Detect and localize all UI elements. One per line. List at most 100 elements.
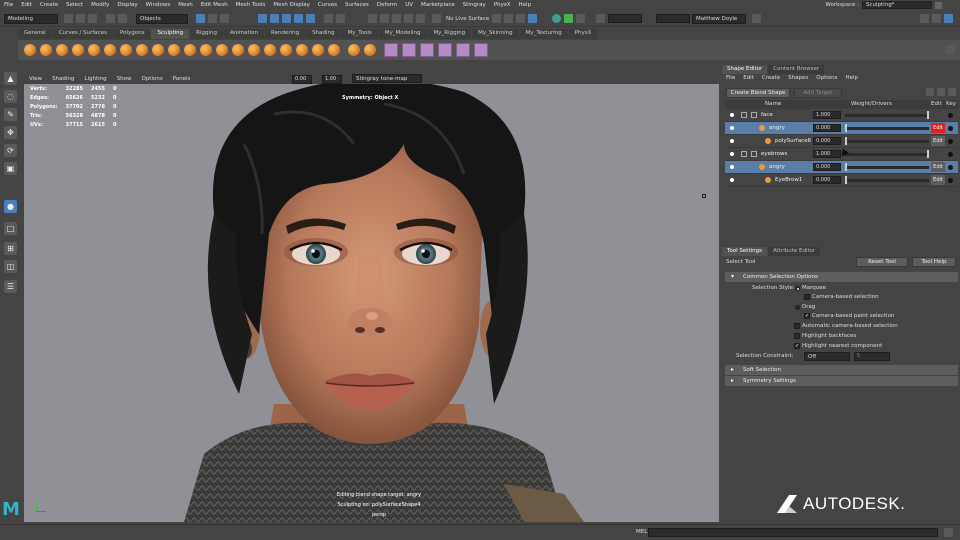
save-scene-icon[interactable] xyxy=(88,14,97,23)
expand-icon[interactable] xyxy=(741,151,747,157)
curve-mask-icon[interactable] xyxy=(306,14,315,23)
shelf-settings-icon[interactable] xyxy=(946,45,955,54)
fill-tool-icon[interactable] xyxy=(216,44,228,56)
shelf-tab-my-skinning[interactable]: My_Skinning xyxy=(472,29,519,39)
backfaces-checkbox[interactable] xyxy=(794,333,800,339)
section-common-selection[interactable]: Common Selection Options xyxy=(725,272,958,282)
snap-view-plane-icon[interactable] xyxy=(380,14,389,23)
visibility-icon[interactable] xyxy=(730,126,734,130)
snap-curve-icon[interactable] xyxy=(336,14,345,23)
smear-tool-icon[interactable] xyxy=(248,44,260,56)
exposure-field[interactable]: 0.00 xyxy=(292,75,312,84)
reset-tool-button[interactable]: Reset Tool xyxy=(856,257,908,267)
camera-paint-checkbox[interactable]: ✓ xyxy=(804,313,810,319)
user-account-dropdown[interactable]: Matthew Doyle xyxy=(692,14,746,24)
menu-modify[interactable]: Modify xyxy=(87,2,113,8)
table-row[interactable]: face 1.000 xyxy=(725,109,958,122)
weight-slider[interactable] xyxy=(845,140,929,143)
foamy-tool-icon[interactable] xyxy=(120,44,132,56)
mel-label[interactable]: MEL xyxy=(636,529,647,535)
select-object-icon[interactable] xyxy=(208,14,217,23)
smooth-tool-icon[interactable] xyxy=(40,44,52,56)
workspace-dropdown[interactable]: Sculpting* xyxy=(862,1,932,9)
grab-tool-icon[interactable] xyxy=(72,44,84,56)
modeling-toolkit-icon[interactable] xyxy=(932,14,941,23)
menu-surfaces[interactable]: Surfaces xyxy=(341,2,373,8)
wax-tool-icon[interactable] xyxy=(184,44,196,56)
marquee-radio[interactable] xyxy=(795,286,800,291)
playblast-icon[interactable] xyxy=(576,14,585,23)
visibility-icon[interactable] xyxy=(730,152,734,156)
select-component-icon[interactable] xyxy=(220,14,229,23)
expand-icon[interactable] xyxy=(741,112,747,118)
viewport-menu-lighting[interactable]: Lighting xyxy=(79,76,111,82)
shelf-tab-animation[interactable]: Animation xyxy=(223,29,265,39)
viewport-menu-shading[interactable]: Shading xyxy=(47,76,79,82)
menu-set-dropdown[interactable]: Modeling xyxy=(4,14,58,24)
menu-select[interactable]: Select xyxy=(62,2,87,8)
slider-handle[interactable] xyxy=(845,163,847,171)
nearest-checkbox[interactable]: ✓ xyxy=(794,343,800,349)
paint-select-icon[interactable]: ✎ xyxy=(4,108,17,121)
menu-mesh[interactable]: Mesh xyxy=(174,2,196,8)
wrap-deformer-icon[interactable] xyxy=(438,43,452,57)
edit-target-button[interactable]: Edit xyxy=(931,175,945,185)
transform-lock-icon[interactable] xyxy=(596,14,605,23)
uv-mask-icon[interactable] xyxy=(294,14,303,23)
shelf-tab-polygons[interactable]: Polygons xyxy=(113,29,151,39)
lattice-deformer-icon[interactable] xyxy=(456,43,470,57)
menu-edit[interactable]: Edit xyxy=(17,2,36,8)
sculpt-brush-icon[interactable]: ● xyxy=(4,200,17,213)
single-view-icon[interactable]: □ xyxy=(4,222,17,235)
visibility-icon[interactable] xyxy=(730,178,734,182)
viewport-menu-panels[interactable]: Panels xyxy=(168,76,196,82)
amplify-tool-icon[interactable] xyxy=(280,44,292,56)
weight-field[interactable]: 0.000 xyxy=(813,124,841,132)
shelf-tab-physx[interactable]: PhysX xyxy=(568,29,598,39)
tab-attribute-editor[interactable]: Attribute Editor xyxy=(768,247,821,256)
shelf-tab-my-texturing[interactable]: My_Texturing xyxy=(519,29,568,39)
hypershade-icon[interactable] xyxy=(552,14,561,23)
edit-target-button[interactable]: Edit xyxy=(931,162,945,172)
command-input[interactable] xyxy=(648,528,938,537)
tool-settings-toggle-icon[interactable] xyxy=(944,14,953,23)
pose-editor-icon[interactable] xyxy=(420,43,434,57)
move-tool-icon[interactable]: ✥ xyxy=(4,126,17,139)
table-row[interactable]: polySurface6 0.000 Edit xyxy=(725,135,958,148)
input-output-icon[interactable] xyxy=(416,14,425,23)
menu-create[interactable]: Create xyxy=(36,2,62,8)
shelf-tab-sculpting[interactable]: Sculpting xyxy=(151,29,190,39)
table-row[interactable]: angry 0.000 Edit xyxy=(725,122,958,135)
select-hierarchy-icon[interactable] xyxy=(196,14,205,23)
edit-target-button[interactable]: Edit xyxy=(931,123,945,133)
shape-menu-shapes[interactable]: Shapes xyxy=(784,75,812,81)
visibility-icon[interactable] xyxy=(730,113,734,117)
live-surface-icon[interactable] xyxy=(432,14,441,23)
key-icon[interactable] xyxy=(948,165,953,170)
add-target-button[interactable]: Add Target xyxy=(794,88,842,98)
open-scene-icon[interactable] xyxy=(76,14,85,23)
camera-based-checkbox[interactable] xyxy=(804,294,810,300)
shelf-tab-my-rigging[interactable]: My_Rigging xyxy=(427,29,472,39)
render-frame-icon[interactable] xyxy=(504,14,513,23)
shelf-tab-rendering[interactable]: Rendering xyxy=(265,29,306,39)
erase-tool-icon[interactable] xyxy=(328,44,340,56)
shelf-tab-rigging[interactable]: Rigging xyxy=(190,29,223,39)
redo-icon[interactable] xyxy=(118,14,127,23)
colorspace-dropdown[interactable]: Stingray tone-map xyxy=(352,74,422,83)
viewport-menu-show[interactable]: Show xyxy=(112,76,137,82)
relax-tool-icon[interactable] xyxy=(56,44,68,56)
shape-menu-help[interactable]: Help xyxy=(841,75,862,81)
undo-icon[interactable] xyxy=(106,14,115,23)
history-icon[interactable] xyxy=(404,14,413,23)
y-coordinate-field[interactable] xyxy=(656,14,690,23)
side-by-side-view-icon[interactable]: ◫ xyxy=(4,260,17,273)
shape-menu-edit[interactable]: Edit xyxy=(739,75,758,81)
table-row[interactable]: EyeBrow1 0.000 Edit xyxy=(725,174,958,187)
shelf-tab-my-tools[interactable]: My_Tools xyxy=(341,29,378,39)
weight-slider[interactable] xyxy=(845,153,929,156)
create-blend-shape-button[interactable]: Create Blend Shape xyxy=(726,88,790,98)
menu-edit-mesh[interactable]: Edit Mesh xyxy=(197,2,232,8)
constraint-value-field[interactable]: 5 xyxy=(854,352,890,361)
slider-handle[interactable] xyxy=(845,176,847,184)
